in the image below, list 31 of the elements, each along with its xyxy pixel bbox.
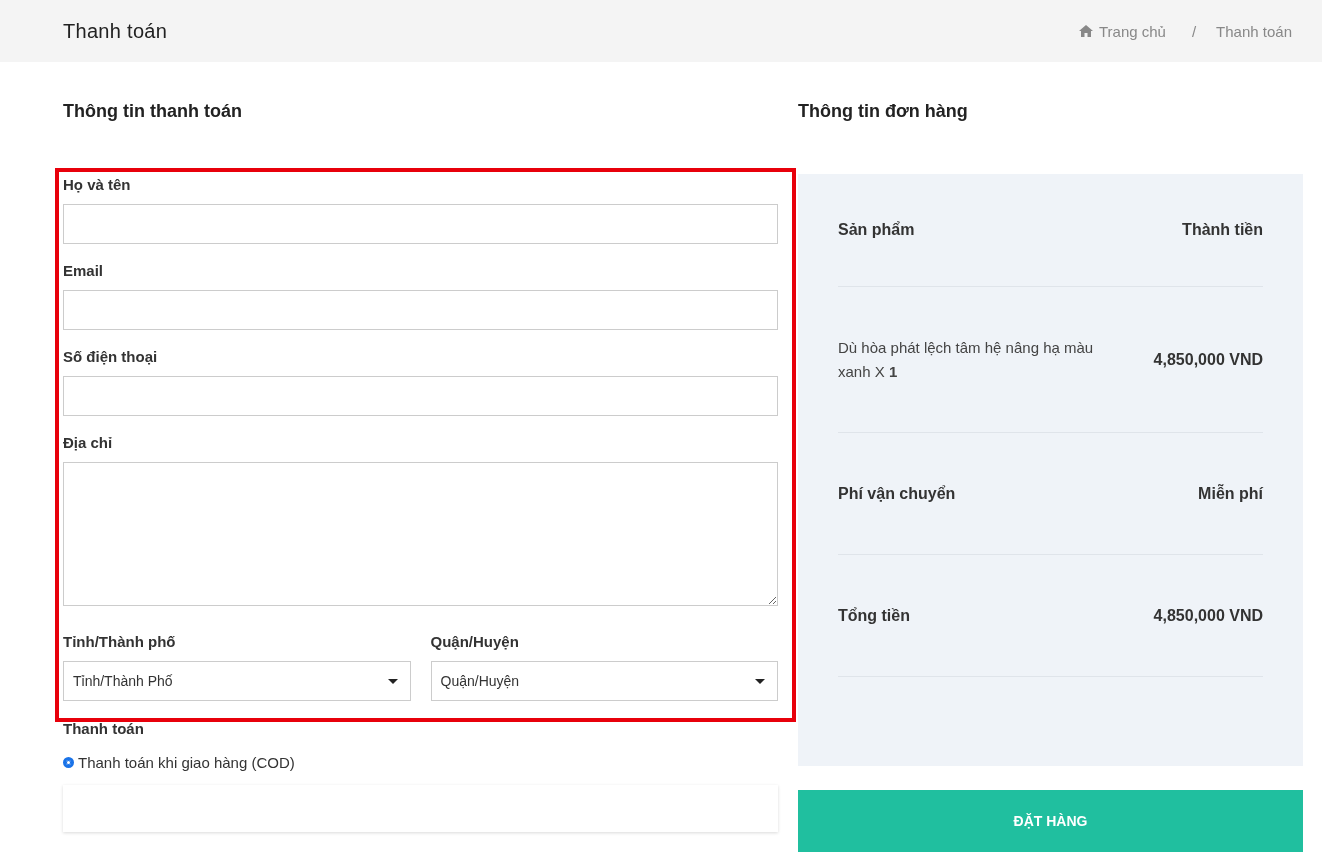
field-label: Họ và tên <box>63 176 132 194</box>
section-heading: Thông tin thanh toán <box>63 100 243 122</box>
field-label: Số điện thoại <box>63 348 159 366</box>
column-header: Thành tiền <box>1182 221 1263 239</box>
input-field[interactable] <box>63 376 778 416</box>
field-label: Địa chỉ <box>63 434 114 452</box>
input-field[interactable] <box>63 290 778 330</box>
radio-button[interactable] <box>63 757 74 768</box>
product-name: Dù hòa phát lệch tâm hệ nâng hạ màu xanh X 1 <box>838 337 1095 382</box>
total-value: 4,850,000 VND <box>1153 606 1263 625</box>
shipping-label: Phí vận chuyển <box>838 484 956 503</box>
input-field[interactable] <box>63 204 778 244</box>
column-header: Sản phẩm <box>838 221 915 239</box>
breadcrumb-separator: / <box>1191 22 1197 40</box>
caret-icon <box>387 678 398 684</box>
field-label: Thanh toán <box>63 720 145 738</box>
product-price: 4,850,000 VND <box>1153 350 1263 369</box>
field-label: Email <box>63 262 105 280</box>
address-field[interactable] <box>63 462 778 606</box>
total-label: Tổng tiền <box>838 606 910 625</box>
field-label: Tỉnh/Thành phố <box>63 633 177 651</box>
field-label: Quận/Huyện <box>430 633 520 651</box>
home-icon <box>1078 25 1093 37</box>
dropdown[interactable]: Tỉnh/Thành Phố <box>63 661 411 701</box>
dropdown[interactable]: Quận/Huyện <box>430 661 778 701</box>
section-heading: Thông tin đơn hàng <box>798 100 969 122</box>
page-title: Thanh toán <box>63 19 168 43</box>
shipping-value: Miễn phí <box>1198 484 1263 503</box>
breadcrumb-current: Thanh toán <box>1216 22 1292 40</box>
caret-icon <box>755 678 765 684</box>
radio-label: Thanh toán khi giao hàng (COD) <box>78 754 295 771</box>
